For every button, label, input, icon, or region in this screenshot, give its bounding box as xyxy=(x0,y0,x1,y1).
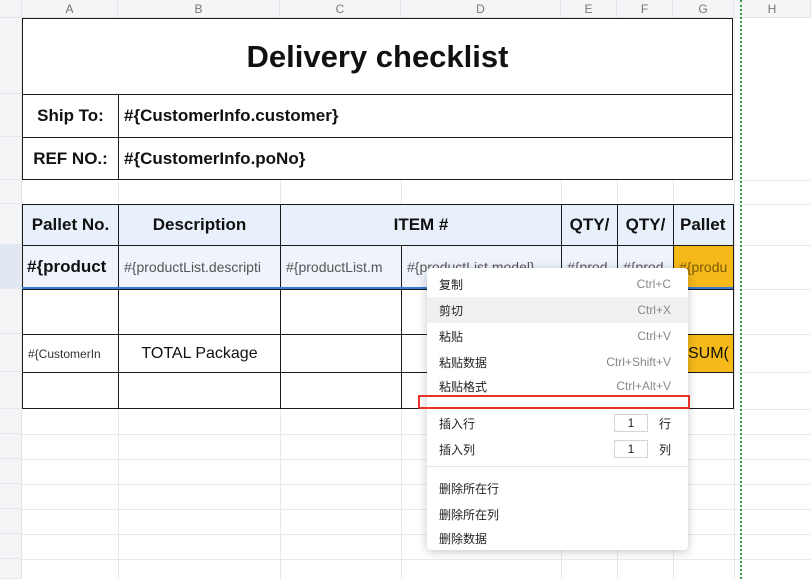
menu-item-label: 粘贴 xyxy=(439,329,464,344)
column-header-g[interactable]: G xyxy=(673,0,734,18)
menu-item-label: 复制 xyxy=(439,277,464,292)
ship-to-value-cell[interactable]: #{CustomerInfo.customer} xyxy=(118,94,733,138)
column-header-e[interactable]: E xyxy=(561,0,617,18)
row-header[interactable] xyxy=(0,559,22,579)
menu-item-delete-col[interactable]: 删除所在列 xyxy=(427,501,688,527)
row-header[interactable] xyxy=(0,204,22,245)
menu-item-label: 插入行 xyxy=(439,416,476,431)
row-header[interactable] xyxy=(0,459,22,484)
total-customer-cell[interactable]: #{CustomerIn xyxy=(22,334,119,373)
menu-item-insert-row[interactable]: 插入行 1 行 xyxy=(427,410,688,436)
spreadsheet-grid[interactable]: A B C D E F G H Delivery checklist Ship … xyxy=(0,0,811,579)
row-header[interactable] xyxy=(0,18,22,94)
row-header[interactable] xyxy=(0,434,22,459)
ship-to-label-cell[interactable]: Ship To: xyxy=(22,94,119,138)
menu-item-shortcut: Ctrl+Shift+V xyxy=(606,355,671,369)
empty-cell[interactable] xyxy=(22,372,119,409)
menu-item-shortcut: Ctrl+X xyxy=(637,303,671,317)
red-highlight-box xyxy=(418,395,690,409)
menu-item-paste-data[interactable]: 粘贴数据 Ctrl+Shift+V xyxy=(427,349,688,375)
row-header[interactable] xyxy=(0,484,22,509)
header-item[interactable]: ITEM # xyxy=(280,204,562,246)
insert-col-unit: 列 xyxy=(658,442,671,457)
insert-row-count-input[interactable]: 1 xyxy=(613,414,648,432)
menu-item-label: 删除所在行 xyxy=(439,481,500,496)
ref-no-label-cell[interactable]: REF NO.: xyxy=(22,137,119,180)
row-header[interactable] xyxy=(0,534,22,559)
column-header-b[interactable]: B xyxy=(118,0,280,18)
header-pallet[interactable]: Pallet xyxy=(673,204,734,246)
row-header[interactable] xyxy=(0,372,22,409)
empty-cell[interactable] xyxy=(280,372,402,409)
menu-item-cut[interactable]: 剪切 Ctrl+X xyxy=(427,297,688,323)
product-description-cell[interactable]: #{productList.descripti xyxy=(118,245,281,289)
empty-cell[interactable] xyxy=(118,372,281,409)
menu-item-delete-data[interactable]: 删除数据 xyxy=(427,526,688,550)
row-header[interactable] xyxy=(0,289,22,334)
page-break-line xyxy=(740,0,742,579)
row-header[interactable] xyxy=(0,409,22,434)
row-header[interactable] xyxy=(0,334,22,372)
menu-item-label: 插入列 xyxy=(439,442,476,457)
column-header-f[interactable]: F xyxy=(617,0,673,18)
empty-cell[interactable] xyxy=(280,334,402,373)
menu-item-label: 剪切 xyxy=(439,303,464,318)
menu-item-label: 粘贴格式 xyxy=(439,379,488,394)
menu-item-delete-row[interactable]: 删除所在行 xyxy=(427,475,688,501)
menu-item-copy[interactable]: 复制 Ctrl+C xyxy=(427,271,688,297)
header-pallet-no[interactable]: Pallet No. xyxy=(22,204,119,246)
header-description[interactable]: Description xyxy=(118,204,281,246)
column-header-h[interactable]: H xyxy=(734,0,811,18)
column-header-d[interactable]: D xyxy=(401,0,561,18)
menu-item-shortcut: Ctrl+C xyxy=(636,277,671,291)
menu-item-label: 删除数据 xyxy=(439,531,488,546)
menu-item-paste[interactable]: 粘贴 Ctrl+V xyxy=(427,323,688,349)
menu-item-label: 粘贴数据 xyxy=(439,355,488,370)
row-header-selected[interactable] xyxy=(0,245,22,289)
empty-cell[interactable] xyxy=(118,289,281,335)
ref-no-value-cell[interactable]: #{CustomerInfo.poNo} xyxy=(118,137,733,180)
insert-col-count-input[interactable]: 1 xyxy=(613,440,648,458)
context-menu: 复制 Ctrl+C 剪切 Ctrl+X 粘贴 Ctrl+V 粘贴数据 Ctrl+… xyxy=(427,268,688,550)
menu-separator xyxy=(427,466,688,467)
select-all-corner[interactable] xyxy=(0,0,22,18)
column-header-a[interactable]: A xyxy=(22,0,118,18)
menu-item-label: 删除所在列 xyxy=(439,507,500,522)
product-pallet-cell[interactable]: #{product xyxy=(22,245,119,289)
menu-item-insert-col[interactable]: 插入列 1 列 xyxy=(427,436,688,462)
product-model-cell-1[interactable]: #{productList.m xyxy=(280,245,402,289)
menu-item-shortcut: Ctrl+V xyxy=(637,329,671,343)
total-package-cell[interactable]: TOTAL Package xyxy=(118,334,281,373)
insert-row-unit: 行 xyxy=(658,416,671,431)
row-header[interactable] xyxy=(0,509,22,534)
header-qty-2[interactable]: QTY/ xyxy=(617,204,674,246)
column-header-c[interactable]: C xyxy=(280,0,401,18)
sheet-title-cell[interactable]: Delivery checklist xyxy=(22,18,733,95)
menu-item-paste-format[interactable]: 粘贴格式 Ctrl+Alt+V xyxy=(427,375,688,397)
row-header[interactable] xyxy=(0,137,22,180)
row-header[interactable] xyxy=(0,180,22,204)
empty-cell[interactable] xyxy=(22,289,119,335)
empty-cell[interactable] xyxy=(280,289,402,335)
row-header[interactable] xyxy=(0,94,22,137)
menu-item-shortcut: Ctrl+Alt+V xyxy=(616,379,671,393)
header-qty-1[interactable]: QTY/ xyxy=(561,204,618,246)
